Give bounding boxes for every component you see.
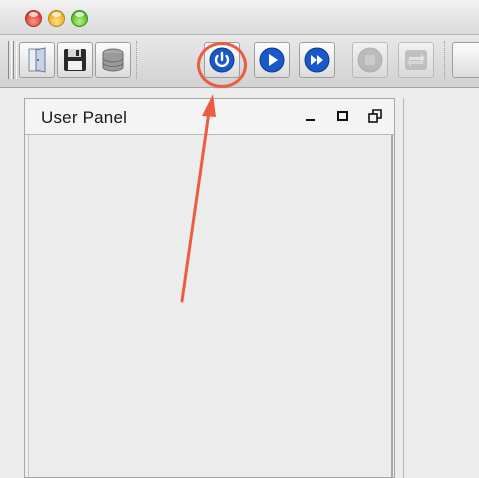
open-button[interactable] [19,42,55,78]
reload-button[interactable] [398,42,434,78]
panel-header: User Panel [25,99,394,135]
database-button[interactable] [95,42,131,78]
close-window-button[interactable] [25,10,42,27]
minimize-panel-button[interactable] [303,108,319,124]
user-panel: User Panel [24,98,395,478]
window-titlebar [0,0,479,35]
fast-forward-icon [304,47,330,73]
database-icon [102,48,124,72]
swap-arrows-icon [405,50,427,70]
start-button[interactable] [254,42,290,78]
save-button[interactable] [57,42,93,78]
floppy-disk-icon [64,49,86,71]
restore-panel-button[interactable] [367,108,383,124]
minimize-icon [306,119,315,121]
toolbar-overflow-button[interactable] [452,42,479,78]
toolbar-grip[interactable] [13,41,17,79]
right-pane [403,98,479,478]
restore-icon [368,109,382,123]
zoom-window-button[interactable] [71,10,88,27]
maximize-panel-button[interactable] [335,108,351,124]
user-panel-body [28,135,393,477]
annotation-circle [197,42,247,88]
fast-forward-button[interactable] [299,42,335,78]
maximize-icon [337,111,348,121]
stop-button[interactable] [352,42,388,78]
toolbar-separator [136,41,138,79]
panel-title: User Panel [41,108,128,127]
toolbar-grip[interactable] [8,41,12,79]
open-file-icon [28,47,46,73]
minimize-window-button[interactable] [48,10,65,27]
play-icon [259,47,285,73]
toolbar-separator [444,41,446,79]
stop-icon [357,47,383,73]
